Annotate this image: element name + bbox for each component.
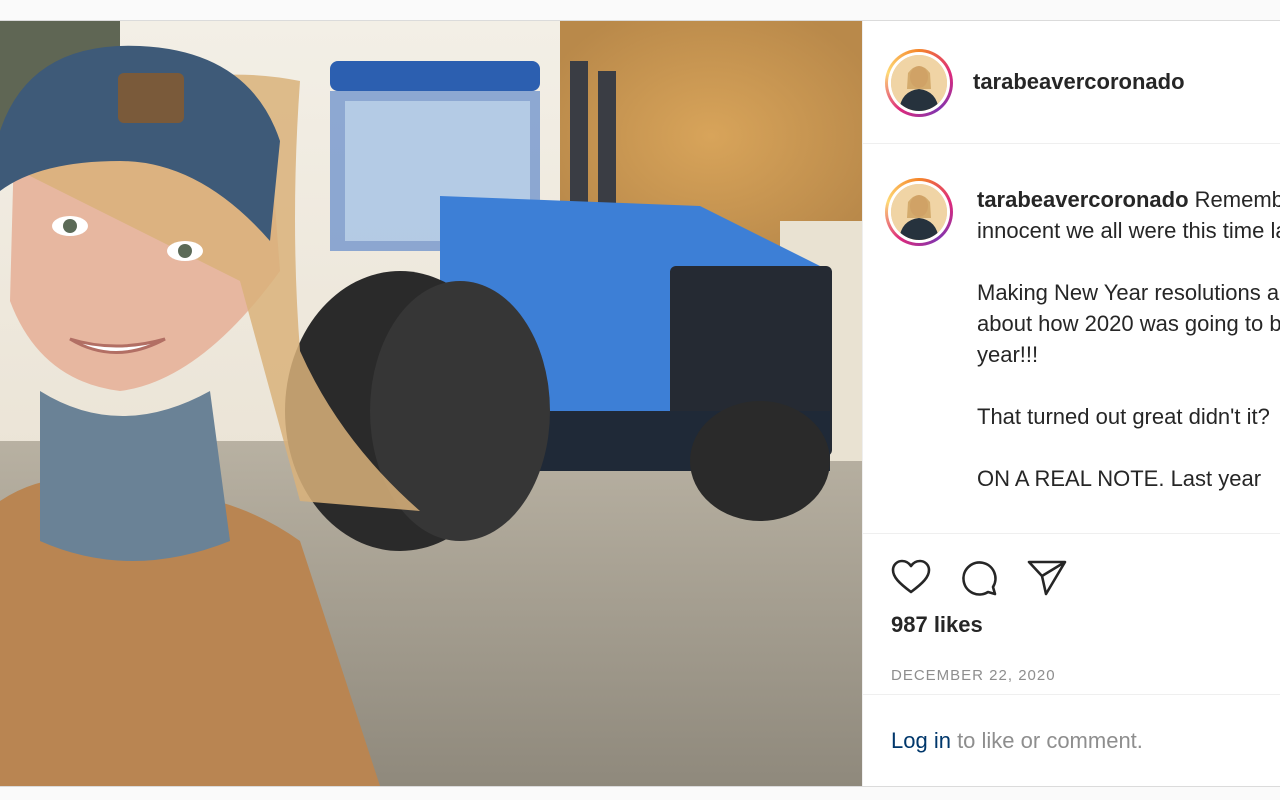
comment-icon[interactable] <box>957 556 1001 600</box>
post-photo[interactable] <box>0 21 862 786</box>
header-username[interactable]: tarabeavercoronado <box>973 69 1185 95</box>
avatar-image <box>891 55 947 111</box>
avatar-ring-gap <box>888 52 950 114</box>
paper-plane-icon[interactable] <box>1025 556 1069 600</box>
login-suffix: to like or comment. <box>950 728 1143 753</box>
avatar-photo <box>891 184 947 240</box>
post-date[interactable]: DECEMBER 22, 2020 <box>891 667 1056 684</box>
photo-illustration <box>0 21 862 786</box>
caption-text: Remember how innocent we all were this t… <box>977 187 1280 491</box>
avatar-image <box>891 184 947 240</box>
caption: tarabeavercoronado Remember how innocent… <box>977 184 1280 494</box>
avatar-ring-gap <box>888 181 950 243</box>
post-header: tarabeavercoronado <box>863 21 1280 144</box>
caption-area: tarabeavercoronado Remember how innocent… <box>863 144 1280 532</box>
avatar-photo <box>891 55 947 111</box>
actions-section: 987 likes DECEMBER 22, 2020 <box>863 533 1280 695</box>
post-container: tarabeavercoronado tarabeavercoronado Re… <box>0 20 1280 787</box>
login-link[interactable]: Log in <box>891 728 951 753</box>
post-side-panel: tarabeavercoronado tarabeavercoronado Re… <box>862 21 1280 786</box>
heart-icon[interactable] <box>889 556 933 600</box>
likes-count[interactable]: 987 likes <box>891 612 983 638</box>
caption-username[interactable]: tarabeavercoronado <box>977 187 1189 212</box>
avatar[interactable] <box>885 49 953 117</box>
caption-avatar[interactable] <box>885 178 953 246</box>
login-prompt: Log in to like or comment. <box>891 728 1143 754</box>
